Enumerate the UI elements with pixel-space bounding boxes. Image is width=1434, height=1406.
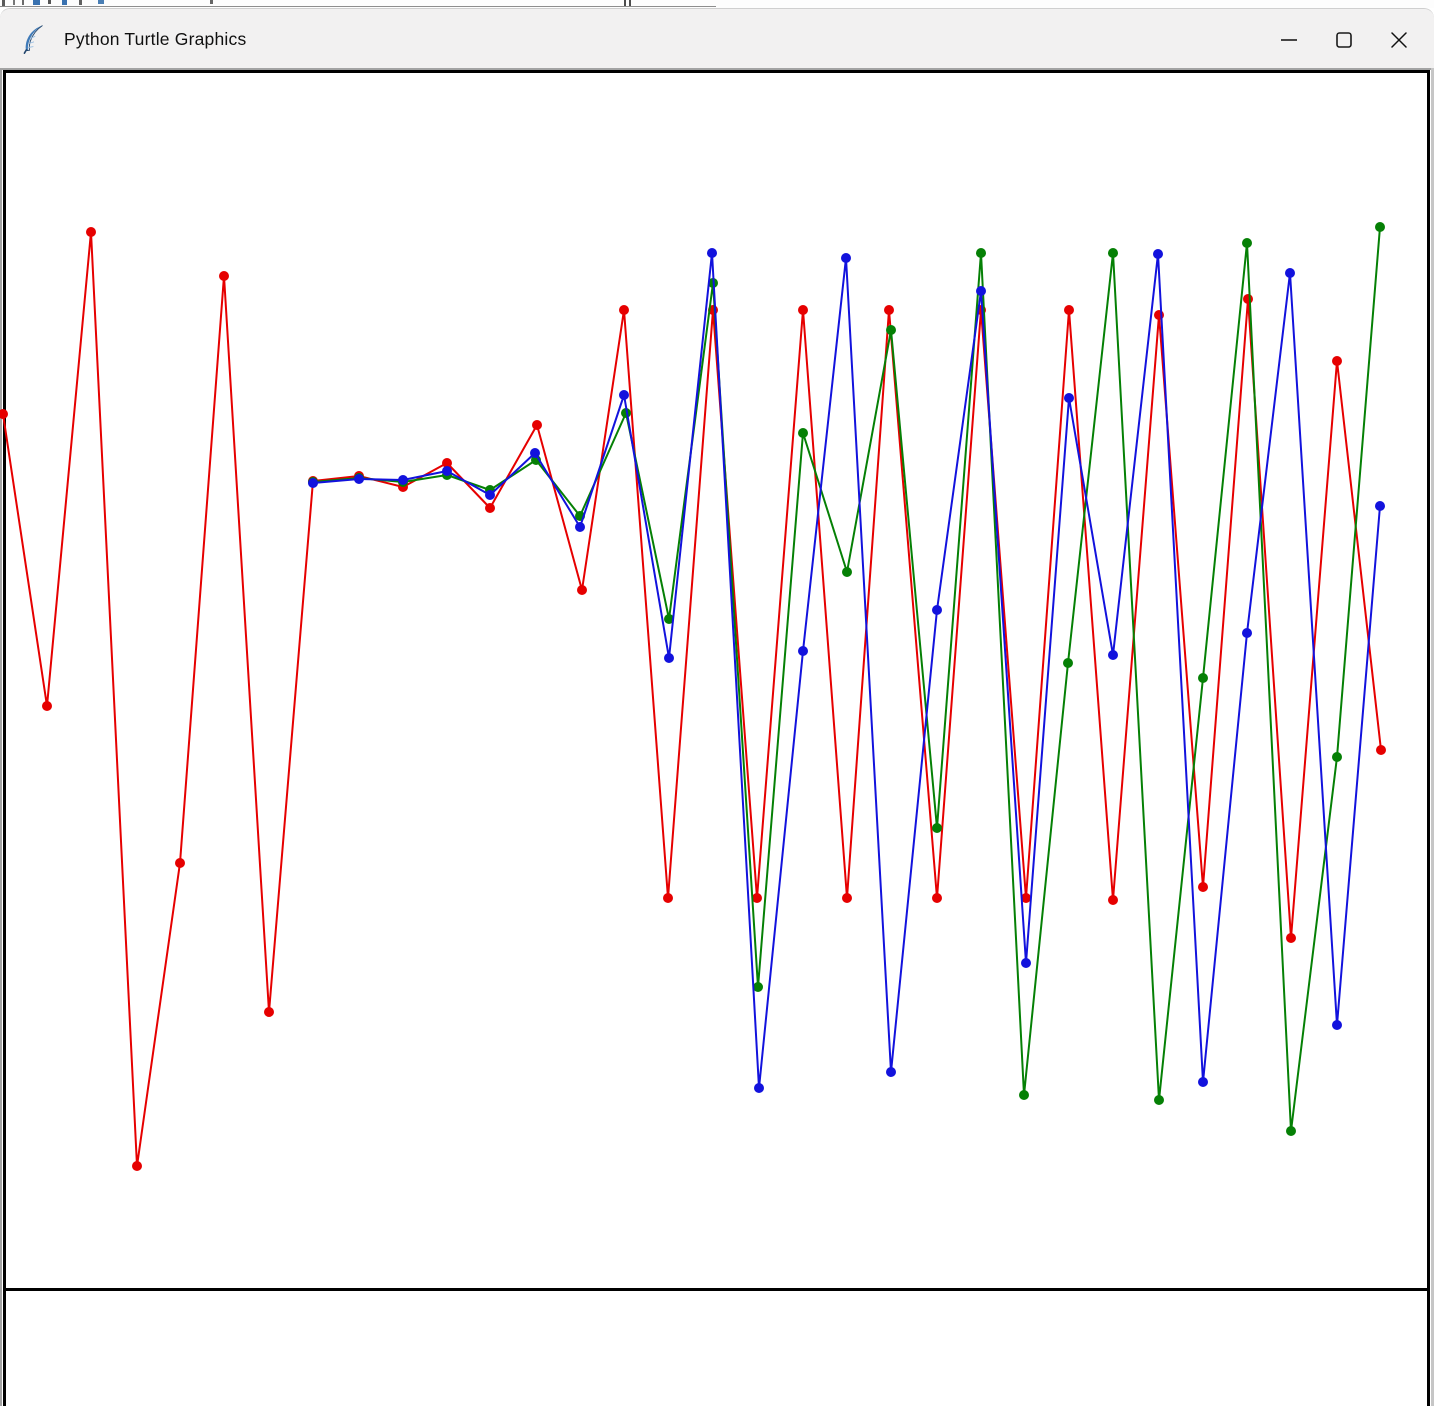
window-title: Python Turtle Graphics: [64, 29, 247, 49]
background-glyph: [79, 0, 82, 5]
background-window-border: [0, 6, 716, 7]
canvas-frame-edge: [0, 68, 2, 1406]
background-glyph: [624, 0, 626, 6]
python-feather-icon: [23, 25, 43, 54]
background-window-edge: [0, 0, 1434, 8]
background-glyph: [33, 0, 40, 5]
background-glyph: [62, 0, 67, 5]
close-icon: [1390, 31, 1407, 48]
background-glyph: [210, 0, 213, 4]
background-glyph: [48, 0, 51, 4]
minimize-button[interactable]: [1261, 9, 1316, 70]
background-glyph: [98, 0, 104, 4]
canvas-bottom-border: [6, 1288, 1427, 1291]
canvas-border: [1427, 70, 1430, 1406]
close-button[interactable]: [1371, 9, 1426, 70]
background-glyph: [22, 0, 24, 5]
background-glyph: [629, 0, 631, 6]
title-bar[interactable]: Python Turtle Graphics: [0, 8, 1434, 69]
maximize-icon: [1335, 31, 1352, 48]
background-glyph: [13, 0, 15, 5]
background-glyph: [2, 0, 5, 6]
minimize-icon: [1280, 38, 1297, 41]
maximize-button[interactable]: [1316, 9, 1371, 70]
window-controls: [1261, 9, 1426, 70]
turtle-canvas: [6, 73, 1427, 1406]
